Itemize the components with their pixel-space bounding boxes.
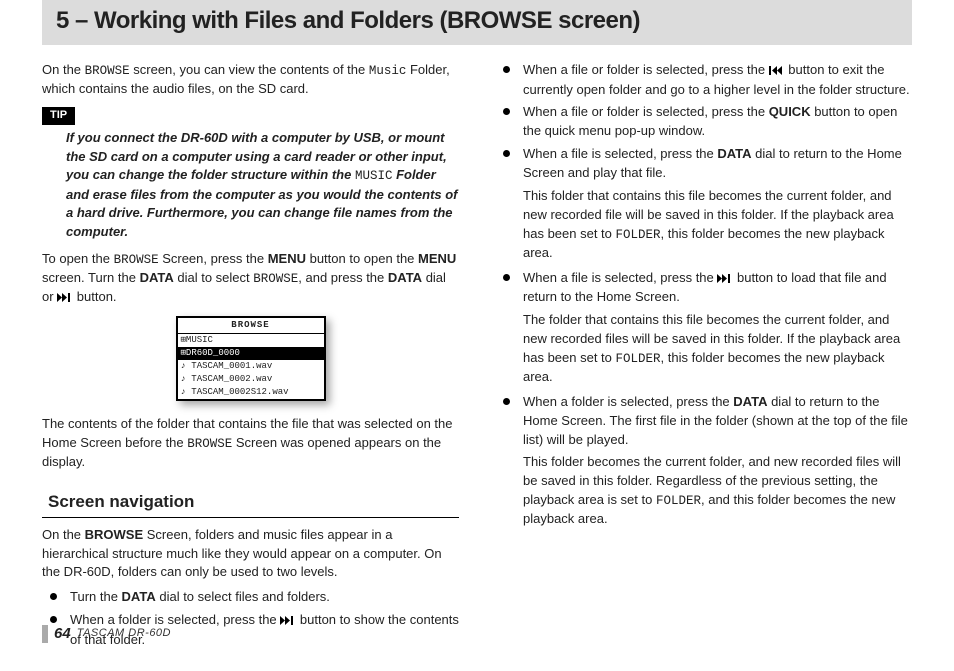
list-item-sub: This folder that contains this file beco…: [523, 187, 912, 263]
right-column: When a file or folder is selected, press…: [495, 61, 912, 654]
lcd-row: ♪ TASCAM_0001.wav: [178, 360, 324, 373]
tip-body: If you connect the DR-60D with a compute…: [66, 129, 459, 242]
list-item-sub: The folder that contains this file becom…: [523, 311, 912, 387]
page-footer: 64 TASCAM DR-60D: [42, 623, 171, 645]
list-item: When a file is selected, press the DATA …: [499, 145, 912, 262]
lcd-row: ⊞MUSIC: [178, 334, 324, 347]
product-model: TASCAM DR-60D: [77, 626, 171, 642]
next-track-icon: [717, 270, 733, 289]
nav-paragraph: On the BROWSE Screen, folders and music …: [42, 526, 459, 583]
lcd-row: ♪ TASCAM_0002.wav: [178, 373, 324, 386]
list-item: Turn the DATA dial to select files and f…: [46, 588, 459, 607]
next-track-icon: [57, 289, 73, 308]
list-item: When a file or folder is selected, press…: [499, 61, 912, 100]
list-item: When a file or folder is selected, press…: [499, 103, 912, 141]
tip-block: TIP If you connect the DR-60D with a com…: [42, 105, 459, 242]
lcd-row-selected: ⊞DR60D_0000: [178, 347, 324, 360]
tip-label: TIP: [42, 107, 75, 125]
contents-paragraph: The contents of the folder that contains…: [42, 415, 459, 472]
right-bullets: When a file or folder is selected, press…: [499, 61, 912, 529]
music-mono: Music: [369, 64, 407, 78]
left-column: On the BROWSE screen, you can view the c…: [42, 61, 459, 654]
lcd-title: BROWSE: [178, 318, 324, 334]
browse-mono: BROWSE: [85, 64, 130, 78]
page-title: 5 – Working with Files and Folders (BROW…: [56, 4, 898, 39]
page-header: 5 – Working with Files and Folders (BROW…: [42, 0, 912, 45]
open-paragraph: To open the BROWSE Screen, press the MEN…: [42, 250, 459, 308]
intro-paragraph: On the BROWSE screen, you can view the c…: [42, 61, 459, 99]
lcd-row: ♪ TASCAM_0002S12.wav: [178, 386, 324, 399]
two-column-layout: On the BROWSE screen, you can view the c…: [42, 61, 912, 654]
page-number: 64: [54, 623, 71, 645]
lcd-screenshot: BROWSE ⊞MUSIC ⊞DR60D_0000 ♪ TASCAM_0001.…: [42, 316, 459, 405]
section-heading-nav: Screen navigation: [42, 490, 459, 518]
tip-music-mono: MUSIC: [355, 169, 393, 183]
footer-flag-icon: [42, 625, 48, 643]
list-item: When a file is selected, press the butto…: [499, 269, 912, 387]
list-item: When a folder is selected, press the DAT…: [499, 393, 912, 529]
next-track-icon: [280, 612, 296, 631]
lcd: BROWSE ⊞MUSIC ⊞DR60D_0000 ♪ TASCAM_0001.…: [176, 316, 326, 401]
prev-track-icon: [769, 62, 785, 81]
list-item-sub: This folder becomes the current folder, …: [523, 453, 912, 529]
